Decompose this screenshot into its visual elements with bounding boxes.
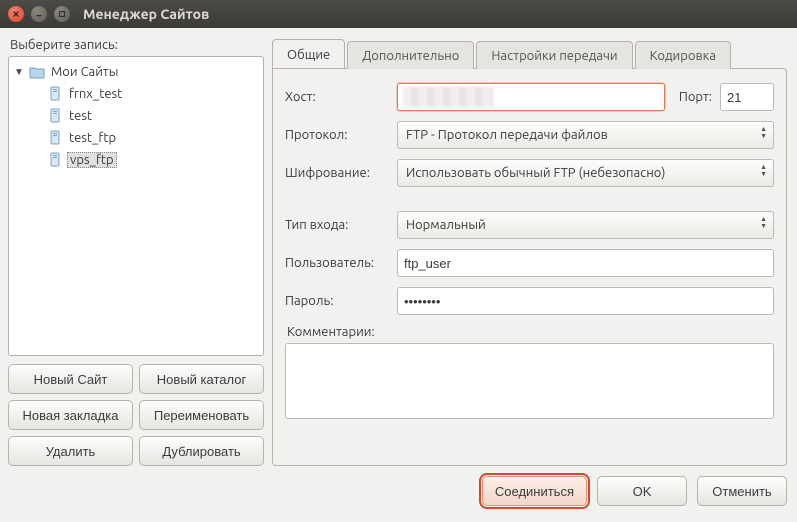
server-icon [47,108,63,124]
rename-button[interactable]: Переименовать [139,400,264,430]
tree-item-label: test_ftp [67,131,118,145]
delete-button[interactable]: Удалить [8,436,133,466]
updown-icon: ▲▼ [760,216,767,230]
dialog-buttons: Соединиться OK Отменить [0,472,797,514]
encryption-select[interactable]: Использовать обычный FTP (небезопасно) ▲… [397,159,774,187]
tree-item-label: test [67,109,94,123]
port-input[interactable] [720,83,774,111]
updown-icon: ▲▼ [760,126,767,140]
new-folder-button[interactable]: Новый каталог [139,364,264,394]
ok-button[interactable]: OK [597,476,687,506]
server-icon [47,130,63,146]
minimize-icon[interactable] [31,6,47,22]
tree-item-label: vps_ftp [67,152,117,168]
redacted-host [403,87,493,107]
window-title: Менеджер Сайтов [83,6,209,22]
tree-item-label: frnx_test [67,87,124,101]
tree-item[interactable]: test [9,105,263,127]
chevron-down-icon[interactable]: ▼ [13,66,25,78]
folder-icon [29,64,45,80]
new-site-button[interactable]: Новый Сайт [8,364,133,394]
tree-item[interactable]: frnx_test [9,83,263,105]
host-label: Хост: [285,90,389,104]
connect-button[interactable]: Соединиться [482,476,587,506]
select-entry-label: Выберите запись: [10,38,264,52]
password-label: Пароль: [285,294,389,308]
logon-type-value: Нормальный [406,218,486,232]
logon-type-label: Тип входа: [285,218,389,232]
tree-item[interactable]: vps_ftp [9,149,263,171]
encryption-value: Использовать обычный FTP (небезопасно) [406,166,666,180]
server-icon [47,86,63,102]
user-input[interactable] [397,249,774,277]
tree-root-label: Мои Сайты [49,65,120,79]
port-label: Порт: [679,90,712,104]
site-tree[interactable]: ▼ Мои Сайты frnx_test test test_ftp vps [8,56,264,356]
close-icon[interactable] [8,6,24,22]
server-icon [47,152,63,168]
right-panel: Общие Дополнительно Настройки передачи К… [272,36,787,466]
tab-charset[interactable]: Кодировка [635,41,731,69]
password-input[interactable] [397,287,774,315]
cancel-button[interactable]: Отменить [697,476,787,506]
tree-item[interactable]: test_ftp [9,127,263,149]
encryption-label: Шифрование: [285,166,389,180]
updown-icon: ▲▼ [760,164,767,178]
left-panel: Выберите запись: ▼ Мои Сайты frnx_test t… [8,36,264,466]
tab-transfer[interactable]: Настройки передачи [476,41,632,69]
protocol-value: FTP - Протокол передачи файлов [406,128,608,142]
comments-textarea[interactable] [285,343,774,419]
tab-advanced[interactable]: Дополнительно [347,41,474,69]
user-label: Пользователь: [285,256,389,270]
tab-general[interactable]: Общие [272,39,345,68]
comments-label: Комментарии: [287,325,774,339]
tree-root[interactable]: ▼ Мои Сайты [9,61,263,83]
protocol-select[interactable]: FTP - Протокол передачи файлов ▲▼ [397,121,774,149]
maximize-icon[interactable] [54,6,70,22]
tab-panel-general: Хост: Порт: Протокол: FTP - Протокол пер… [272,68,787,466]
duplicate-button[interactable]: Дублировать [139,436,264,466]
titlebar: Менеджер Сайтов [0,0,797,28]
protocol-label: Протокол: [285,128,389,142]
site-action-buttons: Новый Сайт Новый каталог Новая закладка … [8,364,264,466]
tab-bar: Общие Дополнительно Настройки передачи К… [272,36,787,68]
new-bookmark-button[interactable]: Новая закладка [8,400,133,430]
logon-type-select[interactable]: Нормальный ▲▼ [397,211,774,239]
